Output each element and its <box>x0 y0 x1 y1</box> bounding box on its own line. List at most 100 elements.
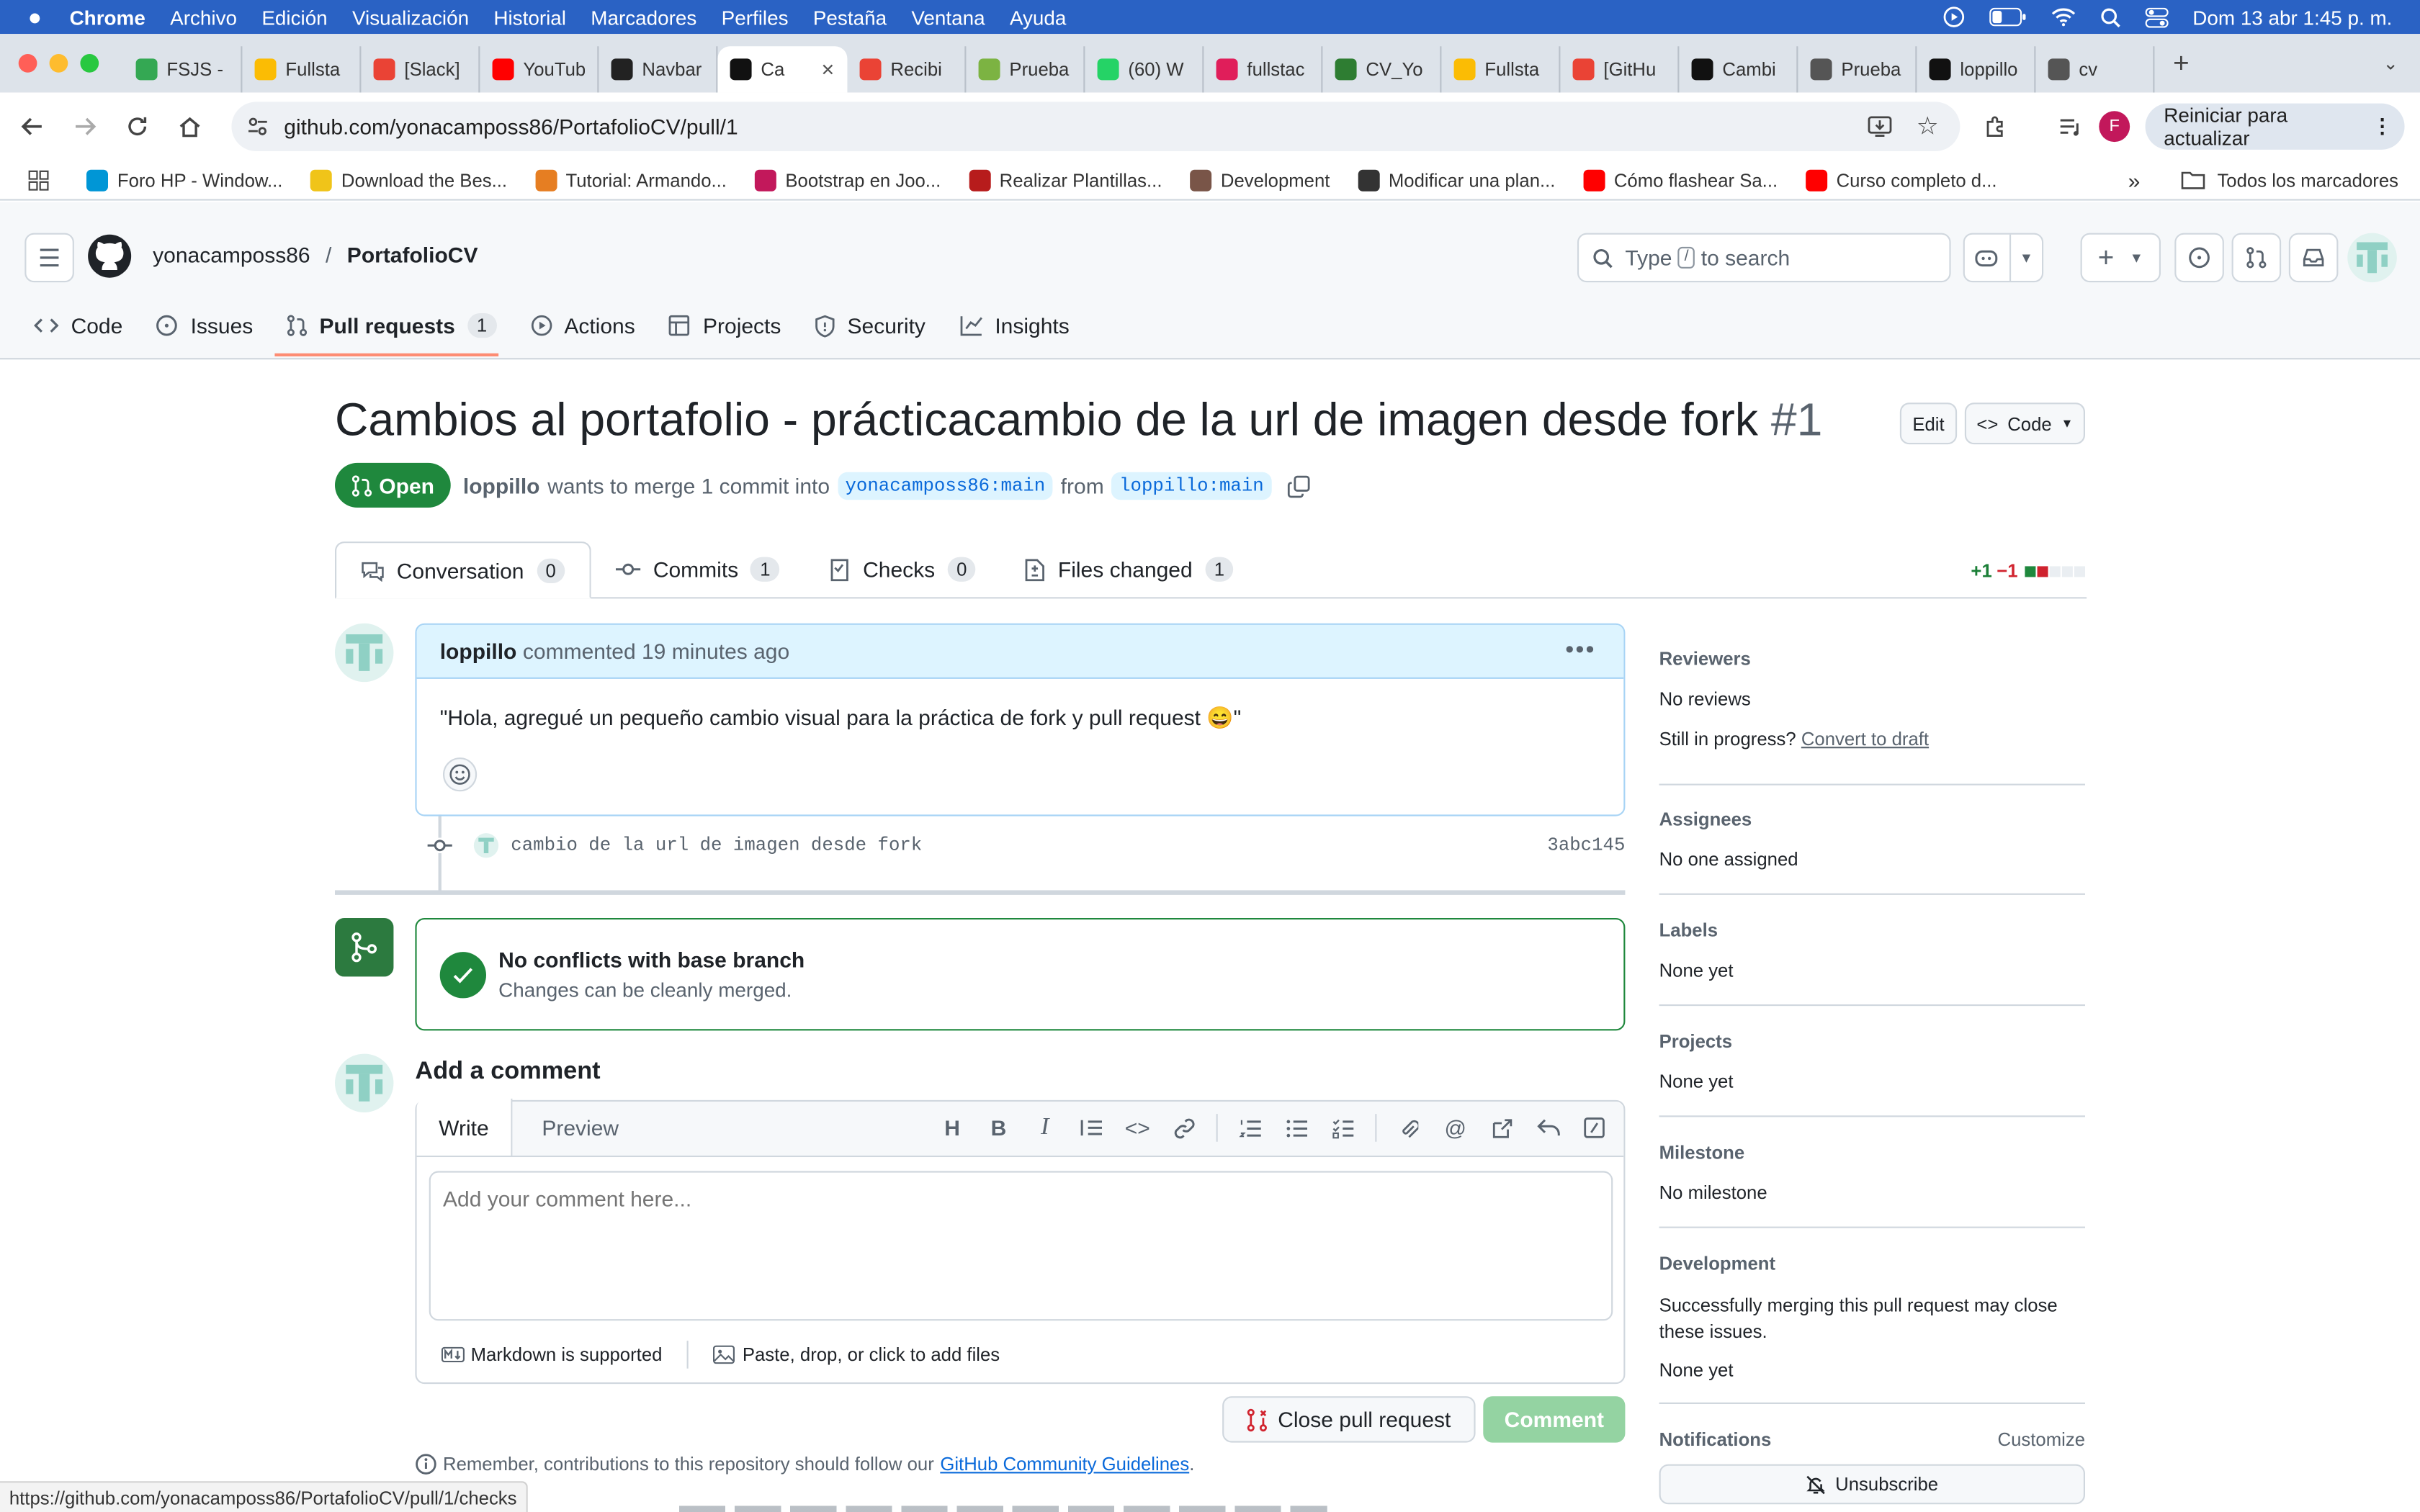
update-button[interactable]: Reiniciar para actualizar ⋮ <box>2145 103 2405 150</box>
tab-close-icon[interactable]: ✕ <box>821 60 835 80</box>
bookmark-item[interactable]: Curso completo d... <box>1805 168 1997 191</box>
menu-historial[interactable]: Historial <box>493 6 566 29</box>
reload-button[interactable] <box>111 100 163 153</box>
browser-tab[interactable]: YouTub <box>480 46 599 93</box>
comment-author-avatar[interactable] <box>335 623 394 683</box>
repo-nav-insights[interactable]: Insights <box>959 294 1070 356</box>
bold-icon[interactable]: B <box>975 1104 1021 1151</box>
github-logo-icon[interactable] <box>86 233 133 279</box>
reply-icon[interactable] <box>1525 1104 1571 1151</box>
repo-nav-pull-requests[interactable]: Pull requests 1 <box>287 294 497 356</box>
menu-ayuda[interactable]: Ayuda <box>1010 6 1067 29</box>
tab-files-changed[interactable]: Files changed 1 <box>1001 540 1259 598</box>
mention-icon[interactable]: @ <box>1433 1104 1479 1151</box>
markdown-supported-link[interactable]: Markdown is supported <box>471 1344 663 1365</box>
tab-commits[interactable]: Commits 1 <box>591 540 805 598</box>
tab-checks[interactable]: Checks 0 <box>805 540 1001 598</box>
pr-author-link[interactable]: loppillo <box>463 474 540 498</box>
browser-tab[interactable]: Prueba <box>966 46 1085 93</box>
create-new-button[interactable]: + ▼ <box>2080 233 2161 283</box>
tab-search-button[interactable]: ⌄ <box>2383 53 2398 74</box>
ordered-list-icon[interactable] <box>1227 1104 1273 1151</box>
menu-app[interactable]: Chrome <box>70 6 145 29</box>
code-icon[interactable]: <> <box>1114 1104 1160 1151</box>
bookmark-item[interactable]: Development <box>1190 168 1330 191</box>
reviewers-heading[interactable]: Reviewers <box>1659 648 2085 670</box>
extensions-icon[interactable] <box>1969 100 2022 153</box>
convert-to-draft-link[interactable]: Convert to draft <box>1801 728 1929 750</box>
window-close-button[interactable] <box>18 54 37 73</box>
profile-avatar[interactable]: F <box>2099 111 2130 143</box>
issues-icon-button[interactable] <box>2174 233 2224 283</box>
repo-nav-security[interactable]: Security <box>815 294 926 356</box>
unsubscribe-button[interactable]: Unsubscribe <box>1659 1464 2085 1505</box>
browser-tab[interactable]: [Slack] <box>361 46 480 93</box>
media-controls-icon[interactable] <box>2043 100 2096 153</box>
commit-sha[interactable]: 3abc145 <box>1547 834 1625 856</box>
play-status-icon[interactable] <box>1942 6 1964 28</box>
close-pull-request-button[interactable]: Close pull request <box>1222 1396 1476 1443</box>
browser-tab[interactable]: [GitHu <box>1560 46 1680 93</box>
pull-requests-icon-button[interactable] <box>2231 233 2282 283</box>
window-zoom-button[interactable] <box>80 54 99 73</box>
kebab-menu-icon[interactable]: ⋮ <box>2372 114 2393 139</box>
italic-icon[interactable]: I <box>1022 1104 1068 1151</box>
bookmark-item[interactable]: Cómo flashear Sa... <box>1583 168 1778 191</box>
base-branch[interactable]: yonacamposs86:main <box>837 472 1053 500</box>
menu-archivo[interactable]: Archivo <box>170 6 237 29</box>
menu-perfiles[interactable]: Perfiles <box>722 6 789 29</box>
inbox-icon-button[interactable] <box>2288 233 2339 283</box>
copilot-button-group[interactable]: ▼ <box>1963 233 2044 283</box>
apple-icon[interactable]: ● <box>28 4 42 30</box>
battery-icon[interactable] <box>1989 7 2025 27</box>
control-center-icon[interactable] <box>2144 6 2168 27</box>
repo-name-link[interactable]: PortafolioCV <box>347 242 478 266</box>
all-bookmarks[interactable]: Todos los marcadores <box>2217 169 2398 191</box>
edit-title-button[interactable]: Edit <box>1899 402 1958 445</box>
link-icon[interactable] <box>1160 1104 1206 1151</box>
task-list-icon[interactable] <box>1319 1104 1366 1151</box>
menu-pestana[interactable]: Pestaña <box>813 6 887 29</box>
milestone-heading[interactable]: Milestone <box>1659 1142 2085 1164</box>
new-tab-button[interactable]: + <box>2173 47 2190 79</box>
browser-tab[interactable]: fullstac <box>1204 46 1323 93</box>
browser-tab[interactable]: Recibi <box>847 46 967 93</box>
menubar-clock[interactable]: Dom 13 abr 1:45 p. m. <box>2192 6 2392 29</box>
repo-nav-projects[interactable]: Projects <box>669 294 781 356</box>
labels-heading[interactable]: Labels <box>1659 919 2085 941</box>
wifi-icon[interactable] <box>2051 8 2075 27</box>
tab-conversation[interactable]: Conversation 0 <box>335 541 592 599</box>
copilot-icon[interactable] <box>1965 247 2009 269</box>
repo-nav-actions[interactable]: Actions <box>530 294 635 356</box>
head-branch[interactable]: loppillo:main <box>1111 472 1272 500</box>
bookmark-item[interactable]: Modificar una plan... <box>1358 168 1555 191</box>
browser-tab[interactable]: (60) W <box>1085 46 1204 93</box>
install-app-icon[interactable] <box>1867 114 1891 139</box>
home-button[interactable] <box>163 100 216 153</box>
address-bar[interactable]: github.com/yonacamposs86/PortafolioCV/pu… <box>231 102 1960 151</box>
customize-link[interactable]: Customize <box>1998 1428 2085 1450</box>
repo-owner-link[interactable]: yonacamposs86 <box>153 242 310 266</box>
more-bookmarks-icon[interactable]: » <box>2128 168 2141 192</box>
projects-heading[interactable]: Projects <box>1659 1030 2085 1052</box>
comment-submit-button[interactable]: Comment <box>1483 1396 1626 1443</box>
commit-message[interactable]: cambio de la url de imagen desde fork <box>511 834 922 856</box>
apps-grid-icon[interactable] <box>28 169 50 191</box>
add-reaction-button[interactable] <box>443 757 478 792</box>
browser-tab[interactable]: CV_Yo <box>1322 46 1442 93</box>
bookmark-item[interactable]: Realizar Plantillas... <box>968 168 1162 191</box>
menu-edicion[interactable]: Edición <box>261 6 327 29</box>
bookmark-item[interactable]: Foro HP - Window... <box>86 168 282 191</box>
search-input[interactable]: Type / to search <box>1577 233 1951 283</box>
url-text[interactable]: github.com/yonacamposs86/PortafolioCV/pu… <box>284 114 738 139</box>
window-minimize-button[interactable] <box>49 54 68 73</box>
heading-icon[interactable]: H <box>929 1104 975 1151</box>
user-avatar[interactable] <box>2347 233 2397 283</box>
unordered-list-icon[interactable] <box>1273 1104 1319 1151</box>
forward-button[interactable] <box>58 100 111 153</box>
browser-tab[interactable]: Ca ✕ <box>717 46 848 93</box>
browser-tab[interactable]: loppillo <box>1917 46 2036 93</box>
bookmark-item[interactable]: Tutorial: Armando... <box>534 168 727 191</box>
commit-author-avatar[interactable] <box>473 833 499 858</box>
attach-icon[interactable] <box>1386 1104 1432 1151</box>
